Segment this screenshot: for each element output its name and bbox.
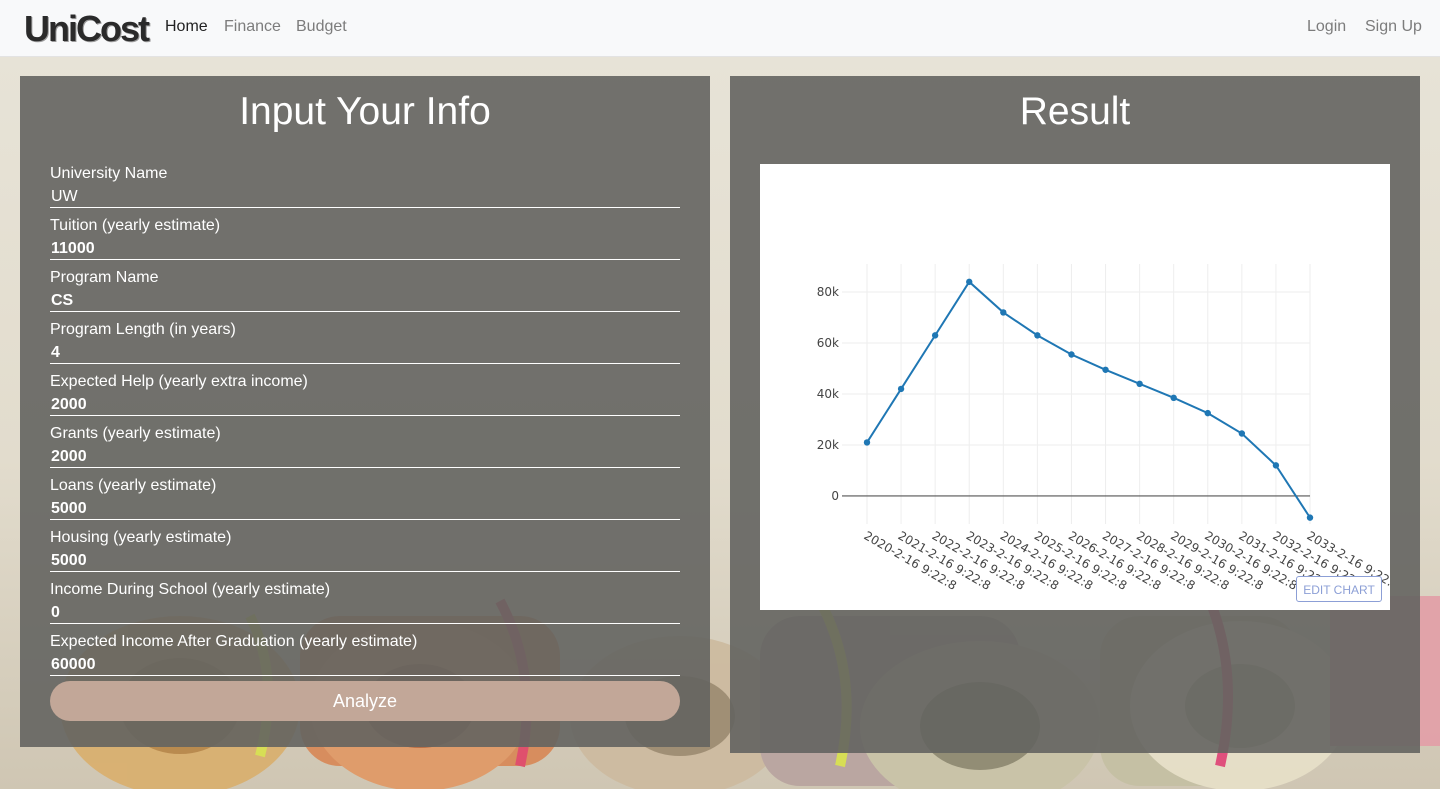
analyze-button[interactable]: Analyze — [50, 681, 680, 721]
y-tick-label: 60k — [817, 336, 839, 350]
data-point — [1136, 380, 1143, 388]
input-panel-title: Input Your Info — [239, 90, 491, 133]
data-point — [1034, 332, 1041, 339]
chart-container: 0 20k 40k 60k 80k 2020-2-16 9:22:8 2021-2-16 9… — [760, 164, 1402, 610]
result-line-chart: 020k40k60k80k2020-2-16 9:22:82021-2-16 9… — [817, 264, 1402, 593]
data-point — [1170, 394, 1177, 402]
data-point — [1102, 366, 1109, 373]
grants-label: Grants (yearly estimate) — [50, 425, 221, 442]
nav-link-budget[interactable]: Budget — [296, 18, 347, 36]
income-after-graduation-input[interactable] — [50, 654, 680, 676]
income-during-school-label: Income During School (yearly estimate) — [50, 581, 331, 598]
y-tick-label: 0 — [831, 489, 839, 503]
data-point — [1272, 462, 1280, 469]
nav-link-login[interactable]: Login — [1307, 18, 1346, 36]
nav-link-finance[interactable]: Finance — [224, 18, 281, 36]
nav-link-signup[interactable]: Sign Up — [1365, 18, 1422, 36]
loans-input[interactable] — [50, 498, 680, 520]
series-line — [866, 280, 1311, 519]
data-point — [863, 439, 871, 446]
input-panel: Input Your Info University Name Tuition … — [20, 76, 710, 747]
data-point — [1238, 430, 1246, 437]
brand-logo[interactable]: UniCost — [24, 8, 150, 50]
university-name-input[interactable] — [50, 186, 680, 208]
nav-link-home[interactable]: Home — [165, 18, 208, 36]
expected-help-label: Expected Help (yearly extra income) — [50, 373, 308, 390]
university-name-label: University Name — [50, 165, 168, 182]
tuition-label: Tuition (yearly estimate) — [50, 217, 221, 234]
navbar: UniCost Home Finance Budget Login Sign U… — [0, 0, 1440, 57]
y-tick-label: 20k — [817, 438, 839, 452]
y-tick-label: 80k — [817, 285, 839, 299]
data-point — [1306, 514, 1314, 521]
income-after-graduation-label: Expected Income After Graduation (yearly… — [50, 633, 418, 650]
data-point — [1068, 351, 1075, 358]
program-name-label: Program Name — [50, 269, 159, 286]
program-length-label: Program Length (in years) — [50, 321, 236, 338]
program-length-input[interactable] — [50, 342, 680, 364]
data-point — [966, 278, 973, 286]
housing-input[interactable] — [50, 550, 680, 572]
data-point — [1204, 409, 1211, 417]
loans-label: Loans (yearly estimate) — [50, 477, 217, 494]
edit-chart-button[interactable]: EDIT CHART — [1296, 576, 1382, 602]
grants-input[interactable] — [50, 446, 680, 468]
expected-help-input[interactable] — [50, 394, 680, 416]
data-point — [1000, 309, 1007, 316]
tuition-input[interactable] — [50, 238, 680, 260]
result-panel: Result 0 20k 40k 60k 80k 2020-2-16 9:22:8 2021… — [730, 76, 1420, 753]
program-name-input[interactable] — [50, 290, 680, 312]
result-panel-title: Result — [1019, 90, 1131, 133]
income-during-school-input[interactable] — [50, 602, 680, 624]
housing-label: Housing (yearly estimate) — [50, 529, 232, 546]
y-tick-label: 40k — [817, 387, 839, 401]
data-point — [931, 332, 939, 339]
data-point — [897, 385, 905, 393]
